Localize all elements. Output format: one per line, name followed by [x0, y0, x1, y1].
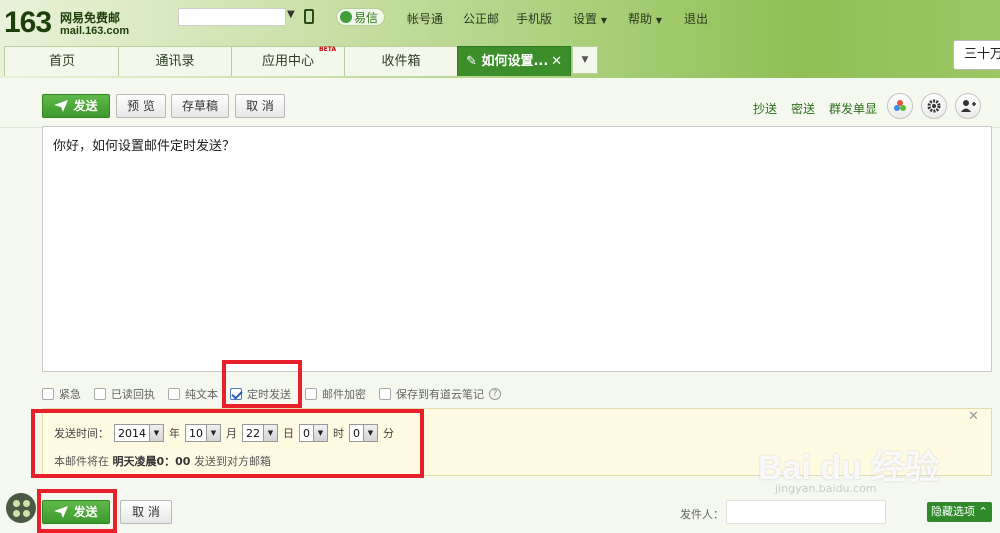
apps-icon[interactable] — [6, 493, 36, 523]
tab-compose[interactable]: ✎ 如何设置... ✕ — [457, 46, 571, 76]
yixin-label: 易信 — [354, 10, 379, 25]
watermark-url: jingyan.baidu.com — [775, 482, 877, 495]
stationery-icon[interactable] — [887, 93, 913, 119]
nav-mobile[interactable]: 手机版 — [516, 10, 552, 27]
tab-contacts[interactable]: 通讯录 — [118, 46, 232, 76]
phone-icon[interactable] — [304, 9, 314, 24]
chevron-up-icon: ⌃ — [978, 505, 988, 518]
sender-select[interactable] — [726, 500, 886, 524]
separate-send-link[interactable]: 群发单显 — [829, 100, 877, 117]
hide-options-button[interactable]: 隐藏选项 ⌃ — [927, 502, 992, 522]
cancel-button[interactable]: 取 消 — [235, 94, 285, 118]
chevron-down-icon[interactable]: ▼ — [287, 9, 295, 20]
highlight-schedule-panel — [31, 409, 424, 478]
yixin-button[interactable]: 易信 — [336, 8, 386, 26]
edit-icon: ✎ — [466, 54, 477, 69]
side-popup[interactable]: 三十万本 — [953, 40, 1000, 70]
bcc-link[interactable]: 密送 — [791, 100, 815, 117]
send-button[interactable]: 发送 — [42, 94, 110, 118]
nav-logout[interactable]: 退出 — [684, 10, 708, 27]
send-icon — [54, 100, 69, 112]
option-plain-text[interactable]: 纯文本 — [168, 386, 218, 402]
option-save-note[interactable]: 保存到有道云笔记? — [379, 386, 501, 402]
option-urgent[interactable]: 紧急 — [42, 386, 81, 402]
yixin-icon — [340, 11, 352, 23]
help-icon[interactable]: ? — [489, 388, 501, 400]
tab-compose-label: 如何设置... — [481, 54, 549, 69]
account-selector[interactable] — [178, 8, 286, 26]
add-contact-icon[interactable] — [955, 93, 981, 119]
preview-button[interactable]: 预 览 — [116, 94, 166, 118]
close-icon[interactable]: ✕ — [968, 409, 979, 424]
save-note-checkbox[interactable] — [379, 388, 391, 400]
gear-icon[interactable] — [921, 93, 947, 119]
tab-app-center[interactable]: 应用中心 BETA — [231, 46, 345, 76]
nav-help[interactable]: 帮助 ▼ — [628, 10, 662, 27]
tab-inbox[interactable]: 收件箱 — [344, 46, 458, 76]
nav-notary-mail[interactable]: 公正邮 — [463, 10, 499, 27]
tab-more-button[interactable]: ▼ — [572, 46, 598, 74]
message-body-text: 你好，如何设置邮件定时发送？ — [53, 139, 236, 154]
bottom-cancel-button[interactable]: 取 消 — [120, 500, 172, 524]
nav-settings[interactable]: 设置 ▼ — [573, 10, 607, 27]
save-draft-button[interactable]: 存草稿 — [171, 94, 229, 118]
sender-label: 发件人： — [680, 508, 724, 521]
logo-url[interactable]: mail.163.com — [60, 25, 129, 37]
option-read-receipt[interactable]: 已读回执 — [94, 386, 155, 402]
logo-number[interactable]: 163 — [4, 6, 52, 40]
read-receipt-checkbox[interactable] — [94, 388, 106, 400]
highlight-bottom-send — [37, 489, 117, 533]
tab-app-center-label: 应用中心 — [261, 54, 314, 69]
tab-home[interactable]: 首页 — [4, 46, 120, 76]
cc-link[interactable]: 抄送 — [753, 100, 777, 117]
close-icon[interactable]: ✕ — [551, 47, 562, 77]
logo-name[interactable]: 网易免费邮 — [60, 9, 120, 26]
message-body-editor[interactable]: 你好，如何设置邮件定时发送？ — [42, 126, 992, 372]
beta-badge: BETA — [319, 46, 336, 53]
urgent-checkbox[interactable] — [42, 388, 54, 400]
nav-account[interactable]: 帐号通 — [407, 10, 443, 27]
plain-text-checkbox[interactable] — [168, 388, 180, 400]
option-encrypt[interactable]: 邮件加密 — [305, 386, 366, 402]
encrypt-checkbox[interactable] — [305, 388, 317, 400]
highlight-scheduled-option — [222, 360, 302, 408]
